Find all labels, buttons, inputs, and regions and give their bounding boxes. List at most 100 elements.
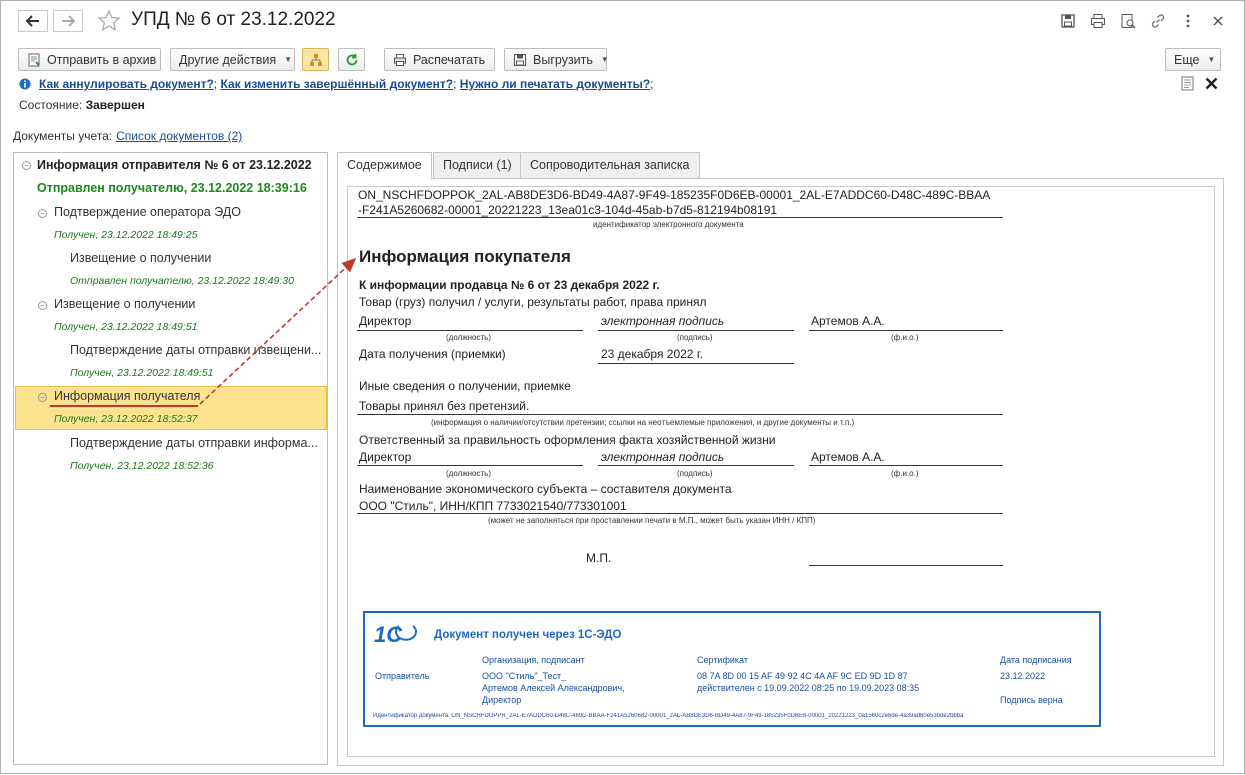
chevron-down-icon: ▼ [284,55,293,64]
other-actions-button[interactable]: Другие действия ▼ [170,48,295,71]
close-icon[interactable] [1209,12,1227,30]
print-icon[interactable] [1089,12,1107,30]
back-button[interactable] [18,10,48,32]
doc-subheading: К информации продавца № 6 от 23 декабря … [359,278,660,292]
edo-stamp: 1С Документ получен через 1С-ЭДО Организ… [363,611,1101,727]
caption-name: (ф.и.о.) [891,333,919,342]
rule [357,330,583,331]
responsible-label: Ответственный за правильность оформления… [359,433,776,447]
logo-1c: 1С [373,621,419,647]
tab-cover-note[interactable]: Сопроводительная записка [520,152,700,179]
stamp-col-date: Дата подписания [1000,655,1072,665]
save-icon[interactable] [1059,12,1077,30]
preview-icon[interactable] [1119,12,1137,30]
tree-root[interactable]: Информация отправителя № 6 от 23.12.2022 [37,158,312,172]
tree-item-status: Получен, 23.12.2022 18:52:37 [54,413,198,425]
print-label: Распечатать [413,52,486,67]
doc-heading: Информация покупателя [359,247,571,266]
rule [809,465,1003,466]
forward-arrow-icon [62,15,75,27]
collapse-icon[interactable]: − [38,209,47,218]
rule [357,217,1003,218]
stamp-sign-ok: Подпись верна [1000,695,1063,705]
caption-signature: (подпись) [677,333,713,342]
tree-item-status: Получен, 23.12.2022 18:52:36 [70,460,214,472]
note-icon[interactable] [1181,76,1194,91]
export-button[interactable]: Выгрузить ▼ [504,48,609,71]
stamp-cert-line1: 08 7A 8D 00 15 AF 49 92 4C 4A AF 9C ED 9… [697,671,908,681]
caption-position: (должность) [446,333,491,342]
rule [809,330,1003,331]
collapse-icon[interactable]: − [38,393,47,402]
refresh-button[interactable] [338,48,365,71]
more-label: Еще [1174,52,1200,67]
tree-root-status: Отправлен получателю, 23.12.2022 18:39:1… [37,181,307,195]
receipt-date: 23 декабря 2022 г. [601,347,704,361]
signature-1: электронная подпись [601,314,725,328]
close-panel-icon[interactable] [1205,77,1218,90]
accounting-docs: Документы учета: Список документов (2) [13,129,242,143]
other-info-label: Иные сведения о получении, приемке [359,379,571,393]
structure-icon [309,53,322,66]
help-link-separator: ; [650,77,654,91]
link-icon[interactable] [1149,12,1167,30]
tab-content[interactable]: Содержимое [337,152,432,180]
doc-id-line1: ON_NSCHFDOPPOK_2AL-AB8DE3D6-BD49-4A87-9F… [358,188,991,202]
more-vertical-icon[interactable] [1179,12,1197,30]
stamp-doc-id: Идентификатор документа: ON_NSCHFDOPPR_2… [373,713,964,719]
rule [598,363,794,364]
print-button[interactable]: Распечатать [384,48,495,71]
structure-button[interactable] [302,48,329,71]
other-info-caption: (информация о наличии/отсутствии претенз… [431,418,855,427]
tree-item[interactable]: Подтверждение даты отправки информа... [70,436,318,450]
rule [598,465,794,466]
export-label: Выгрузить [533,52,593,67]
tree-item-status: Получен, 23.12.2022 18:49:51 [54,321,198,333]
more-button[interactable]: Еще ▼ [1165,48,1221,71]
stamp-place-label: М.П. [586,551,612,565]
collapse-icon[interactable]: − [38,301,47,310]
rule [357,465,583,466]
rule [357,414,1003,415]
help-link-print[interactable]: Нужно ли печатать документы? [460,77,650,91]
stamp-org-line1: ООО "Стиль"_Тест_ [482,671,567,681]
help-link-separator: ; [453,77,457,91]
title-bar: УПД № 6 от 23.12.2022 [1,1,1244,41]
position-1: Директор [359,314,412,328]
tree-item[interactable]: Подтверждение оператора ЭДО [54,205,241,219]
stamp-row-label: Отправитель [375,671,430,681]
accounting-docs-label: Документы учета: [13,129,113,143]
help-link-change[interactable]: Как изменить завершённый документ? [220,77,453,91]
selected-underline [50,405,198,407]
help-link-annul[interactable]: Как аннулировать документ? [39,77,214,91]
stamp-sign-date: 23.12.2022 [1000,671,1046,681]
goods-received-text: Товар (груз) получил / услуги, результат… [359,295,707,309]
tree-item[interactable]: Подтверждение даты отправки извещени... [70,343,321,357]
tree-item-selected[interactable]: Информация получателя [54,389,200,403]
window-title: УПД № 6 от 23.12.2022 [131,9,336,30]
send-to-archive-label: Отправить в архив [47,52,157,67]
tree-item[interactable]: Извещение о получении [54,297,195,311]
document-tree: − Информация отправителя № 6 от 23.12.20… [13,152,328,765]
doc-id-line2: -F241A5260682-00001_20221223_13ea01c3-10… [358,203,778,217]
tree-item-status: Отправлен получателю, 23.12.2022 18:49:3… [70,275,294,287]
collapse-icon[interactable]: − [22,161,31,170]
help-info-icon [19,78,33,90]
help-link-separator: ; [213,77,218,91]
printer-icon [393,53,407,67]
star-icon[interactable] [97,9,121,33]
doc-id-caption: идентификатор электронного документа [593,220,744,229]
caption-signature: (подпись) [677,469,713,478]
document-state: Состояние: Завершен [19,98,145,112]
state-value: Завершен [85,98,145,112]
accounting-docs-link[interactable]: Список документов (2) [116,129,242,143]
stamp-org-line3: Директор [482,695,522,705]
forward-button[interactable] [53,10,83,32]
archive-icon [27,53,41,67]
chevron-down-icon: ▼ [1207,55,1216,64]
other-actions-label: Другие действия [179,52,277,67]
tab-signatures[interactable]: Подписи (1) [433,152,522,179]
rule [598,330,794,331]
tree-item[interactable]: Извещение о получении [70,251,211,265]
send-to-archive-button[interactable]: Отправить в архив [18,48,161,71]
